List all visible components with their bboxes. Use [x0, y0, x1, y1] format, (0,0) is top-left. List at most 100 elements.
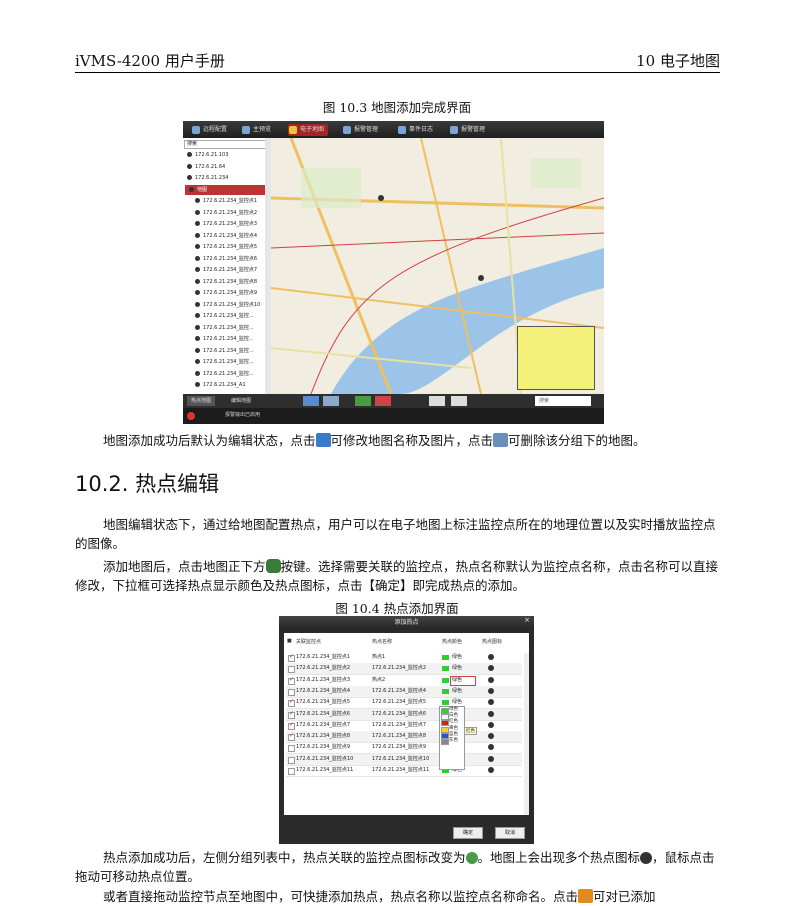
table-row[interactable]: 172.6.21.234_监控点9172.6.21.234_监控点9绿色: [286, 742, 522, 755]
row-hotspot-name[interactable]: 172.6.21.234_监控点4: [372, 686, 426, 697]
hotspot-pin-icon[interactable]: [488, 755, 494, 762]
hotspot-pin-icon[interactable]: [488, 676, 494, 683]
tree-device-node[interactable]: 172.6.21.64: [187, 162, 225, 172]
ok-button[interactable]: 确定: [453, 827, 483, 839]
row-checkbox[interactable]: [288, 698, 295, 708]
pencil-icon[interactable]: [429, 396, 445, 406]
tree-map-node[interactable]: 地图: [185, 184, 265, 195]
row-hotspot-name[interactable]: 172.6.21.234_监控点8: [372, 731, 426, 742]
select-all-checkbox[interactable]: ■: [287, 638, 292, 644]
hotspot-pin-icon[interactable]: [488, 733, 494, 740]
add-hotregion-icon[interactable]: [375, 396, 391, 406]
table-scrollbar[interactable]: [524, 653, 529, 815]
row-hotspot-name[interactable]: 172.6.21.234_监控点2: [372, 663, 426, 674]
tree-camera-node[interactable]: 172.6.21.234_监控点1: [195, 196, 257, 206]
alarm-icon[interactable]: [187, 412, 195, 420]
row-hotspot-name[interactable]: 热点2: [372, 675, 385, 686]
tree-camera-node[interactable]: 172.6.21.234_监控点4: [195, 231, 257, 241]
table-row[interactable]: 172.6.21.234_监控点8172.6.21.234_监控点8绿色: [286, 731, 522, 744]
row-checkbox[interactable]: [288, 710, 295, 719]
tree-device-node[interactable]: 172.6.21.234: [187, 173, 228, 183]
tree-device-node[interactable]: 172.6.21.103: [187, 150, 228, 160]
row-checkbox[interactable]: [288, 745, 295, 753]
tab-remote-config[interactable]: 远程配置: [191, 124, 227, 136]
hotspot-pin-icon[interactable]: [488, 767, 494, 773]
tree-camera-node[interactable]: 172.6.21.234_监控...: [195, 369, 254, 379]
table-row[interactable]: 172.6.21.234_监控点10172.6.21.234_监控点10绿色: [286, 753, 522, 766]
tree-search-input[interactable]: 搜索: [184, 140, 274, 149]
tree-camera-node[interactable]: 172.6.21.234_监控点10: [195, 300, 260, 310]
table-row[interactable]: 172.6.21.234_监控点11 172.6.21.234_监控点11 绿色: [286, 765, 522, 777]
tree-camera-node[interactable]: 172.6.21.234_监控点7: [195, 265, 257, 275]
row-checkbox[interactable]: [288, 732, 295, 742]
table-row[interactable]: 172.6.21.234_监控点3热点2绿色: [286, 675, 522, 687]
hotspot-pin-icon[interactable]: [488, 654, 494, 660]
row-checkbox[interactable]: [288, 688, 295, 696]
tree-camera-node[interactable]: 172.6.21.234_监控点3: [195, 219, 257, 229]
color-select-open[interactable]: [450, 675, 476, 686]
row-checkbox[interactable]: [288, 721, 295, 730]
tree-camera-node[interactable]: 172.6.21.234_监控...: [195, 346, 254, 356]
hotspot-pin-icon[interactable]: [488, 687, 494, 694]
overview-minimap[interactable]: [517, 326, 595, 390]
tree-camera-node[interactable]: 172.6.21.234_监控点6: [195, 254, 257, 264]
table-row[interactable]: 172.6.21.234_监控点2 172.6.21.234_监控点2 绿色: [286, 663, 522, 676]
tab-hotspot-map[interactable]: 热点地图: [187, 396, 216, 406]
hotspot-pin-icon[interactable]: [488, 665, 494, 672]
tree-camera-node[interactable]: 172.6.21.234_监控...: [195, 323, 254, 333]
row-checkbox[interactable]: [288, 756, 295, 764]
row-hotspot-name[interactable]: 172.6.21.234_监控点11: [372, 765, 429, 776]
tree-camera-node[interactable]: 172.6.21.234_监控点8: [195, 277, 257, 287]
row-hotspot-name[interactable]: 172.6.21.234_监控点7: [372, 720, 426, 731]
hotspot-pin-icon[interactable]: [488, 699, 494, 706]
camera-icon: [195, 324, 200, 330]
edit-map-icon[interactable]: [303, 396, 319, 406]
delete-map-icon[interactable]: [323, 396, 339, 406]
hotspot-pin-icon[interactable]: [488, 721, 494, 728]
color-dropdown-list[interactable]: 绿色 白色 红色 黄色 蓝色 灰色: [439, 706, 465, 770]
row-checkbox[interactable]: [288, 653, 295, 662]
hotspot-icon: [640, 852, 653, 864]
row-checkbox[interactable]: [288, 768, 295, 775]
map-canvas[interactable]: [271, 138, 604, 394]
row-hotspot-name[interactable]: 热点1: [372, 652, 385, 663]
close-icon[interactable]: ×: [524, 616, 530, 624]
hotspot-pin-icon[interactable]: [488, 710, 494, 717]
paragraph-drag-hotspot: 或者直接拖动监控节点至地图中，可快捷添加热点，热点名称以监控点名称命名。点击 可对…: [103, 889, 656, 904]
row-camera: 172.6.21.234_监控点6: [296, 710, 351, 717]
paragraph-add-hotspot: 添加地图后，点击地图正下方 按键。选择需要关联的监控点，热点名称默认为监控点名称，…: [75, 559, 719, 593]
row-checkbox[interactable]: [288, 666, 295, 674]
row-color-select[interactable]: 绿色: [452, 663, 462, 674]
tree-camera-node[interactable]: 172.6.21.234_监控点2: [195, 208, 257, 218]
row-hotspot-name[interactable]: 172.6.21.234_监控点5: [372, 697, 426, 708]
eraser-icon[interactable]: [451, 396, 467, 406]
tab-alarm[interactable]: 报警管理: [342, 124, 378, 136]
tree-camera-node[interactable]: 172.6.21.234_监控...: [195, 311, 254, 321]
tree-camera-node[interactable]: 172.6.21.234_监控...: [195, 357, 254, 367]
row-hotspot-name[interactable]: 172.6.21.234_监控点10: [372, 754, 429, 765]
row-hotspot-name[interactable]: 172.6.21.234_监控点9: [372, 742, 426, 753]
tab-edit-map[interactable]: 编辑地图: [227, 396, 255, 406]
tab-event-log[interactable]: 事件日志: [397, 124, 433, 136]
row-hotspot-name[interactable]: 172.6.21.234_监控点6: [372, 709, 426, 720]
table-row[interactable]: 172.6.21.234_监控点1 热点1 绿色: [286, 652, 522, 664]
tab-alarm-2[interactable]: 报警管理: [449, 124, 485, 136]
add-hotspot-icon[interactable]: [355, 396, 371, 406]
color-option[interactable]: 灰色: [440, 738, 464, 746]
cancel-button[interactable]: 取消: [495, 827, 525, 839]
row-color-select[interactable]: 绿色: [452, 652, 462, 663]
table-row[interactable]: 172.6.21.234_监控点5172.6.21.234_监控点5绿色: [286, 697, 522, 710]
map-search-input[interactable]: 搜索: [535, 396, 591, 406]
tree-camera-node[interactable]: 172.6.21.234_A1: [195, 380, 246, 390]
tree-camera-node[interactable]: 172.6.21.234_监控点5: [195, 242, 257, 252]
tree-camera-node[interactable]: 172.6.21.234_监控点9: [195, 288, 257, 298]
hotspot-pin-icon[interactable]: [488, 744, 494, 751]
row-color-select[interactable]: 绿色: [452, 686, 462, 697]
tab-main-view[interactable]: 主预览: [241, 124, 271, 136]
tree-camera-node[interactable]: 172.6.21.234_监控...: [195, 334, 254, 344]
table-row[interactable]: 172.6.21.234_监控点7172.6.21.234_监控点7绿色: [286, 720, 522, 732]
row-checkbox[interactable]: [288, 676, 295, 685]
tab-emap[interactable]: 电子地图: [288, 124, 329, 136]
table-row[interactable]: 172.6.21.234_监控点4 172.6.21.234_监控点4 绿色: [286, 685, 522, 698]
table-row[interactable]: 172.6.21.234_监控点6172.6.21.234_监控点6绿色: [286, 708, 522, 721]
